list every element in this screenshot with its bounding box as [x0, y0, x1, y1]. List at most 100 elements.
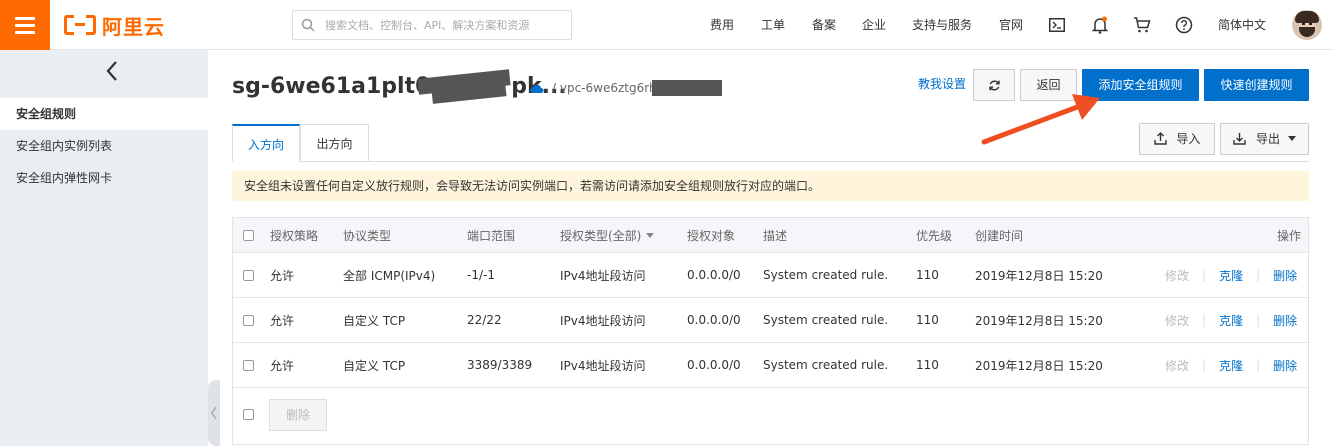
nav-icp[interactable]: 备案 [812, 0, 836, 50]
refresh-icon [988, 80, 1000, 91]
nav-ticket[interactable]: 工单 [761, 0, 785, 50]
tab-divider [369, 161, 1309, 162]
column-header: 操作 [1277, 228, 1302, 243]
rules-table: 授权策略 协议类型 端口范围 授权类型(全部) 授权对象 描述 优先级 创建时间… [232, 217, 1309, 445]
delete-link[interactable]: 删除 [1273, 267, 1297, 284]
nav-enterprise[interactable]: 企业 [862, 0, 886, 50]
export-button[interactable]: 导出 [1220, 123, 1309, 155]
delete-link[interactable]: 删除 [1273, 357, 1297, 374]
redaction-mask [652, 80, 722, 96]
select-all-checkbox[interactable] [243, 408, 254, 420]
cell-created: 2019年12月8日 15:20 [975, 313, 1103, 328]
logo[interactable]: 阿里云 [64, 13, 165, 39]
row-checkbox[interactable] [243, 314, 254, 326]
export-label: 导出 [1255, 132, 1280, 146]
edit-link[interactable]: 修改 [1165, 357, 1189, 374]
cell-priority: 110 [916, 268, 939, 282]
bell-icon[interactable] [1090, 15, 1110, 35]
page-title: sg-6we61a1plt0ytpk... [232, 74, 567, 99]
cell-protocol: 自定义 TCP [343, 313, 406, 328]
column-header-filter[interactable]: 授权类型(全部) [560, 218, 655, 252]
cell-priority: 110 [916, 358, 939, 372]
quick-create-button[interactable]: 快速创建规则 [1204, 69, 1309, 101]
row-actions: 修改 | 克隆 | 删除 [1165, 357, 1298, 374]
cell-description: System created rule. [763, 313, 889, 327]
cell-created: 2019年12月8日 15:20 [975, 358, 1103, 373]
clone-link[interactable]: 克隆 [1219, 357, 1243, 374]
table-row: 允许 自定义 TCP 3389/3389 IPv4地址段访问 0.0.0.0/0… [233, 343, 1308, 388]
nav-official-site[interactable]: 官网 [999, 0, 1023, 50]
aliyun-logo-icon [64, 15, 96, 35]
search-box[interactable] [292, 10, 572, 40]
tab-inbound[interactable]: 入方向 [232, 124, 300, 162]
row-actions: 修改 | 克隆 | 删除 [1165, 312, 1298, 329]
search-input[interactable] [325, 18, 565, 32]
table-row: 允许 自定义 TCP 22/22 IPv4地址段访问 0.0.0.0/0 Sys… [233, 298, 1308, 343]
column-header: 优先级 [916, 228, 953, 243]
cloud-icon [530, 83, 544, 97]
help-icon[interactable] [1174, 15, 1194, 35]
sidebar-item-rules[interactable]: 安全组规则 [0, 98, 208, 130]
bulk-delete-button[interactable]: 删除 [269, 399, 327, 431]
column-header: 协议类型 [343, 228, 392, 243]
delete-link[interactable]: 删除 [1273, 312, 1297, 329]
top-bar: 阿里云 费用 工单 备案 企业 支持与服务 官网 简体中文 [0, 0, 1333, 50]
table-footer-select [243, 398, 254, 430]
sidebar-toggle-handle[interactable] [208, 380, 220, 446]
row-actions: 修改 | 克隆 | 删除 [1165, 267, 1298, 284]
vpc-link[interactable]: / vpc-6we6ztg6rhg [552, 81, 664, 95]
row-checkbox[interactable] [243, 359, 254, 371]
cell-port: 3389/3389 [467, 358, 533, 372]
column-header: 授权对象 [687, 228, 736, 243]
cell-priority: 110 [916, 313, 939, 327]
nav-billing[interactable]: 费用 [710, 0, 734, 50]
terminal-icon[interactable] [1047, 15, 1067, 35]
select-all-checkbox[interactable] [243, 229, 254, 241]
column-header: 授权策略 [270, 228, 319, 243]
search-icon [301, 18, 315, 32]
sidebar-item-instances[interactable]: 安全组内实例列表 [0, 130, 208, 162]
column-header: 描述 [763, 228, 788, 243]
row-checkbox[interactable] [243, 269, 254, 281]
logo-text: 阿里云 [102, 14, 165, 39]
tab-outbound[interactable]: 出方向 [300, 124, 369, 162]
table-row: 允许 全部 ICMP(IPv4) -1/-1 IPv4地址段访问 0.0.0.0… [233, 253, 1308, 298]
clone-link[interactable]: 克隆 [1219, 267, 1243, 284]
column-header: 创建时间 [975, 228, 1024, 243]
import-label: 导入 [1176, 132, 1201, 146]
language-switch[interactable]: 简体中文 [1218, 0, 1266, 50]
edit-link[interactable]: 修改 [1165, 312, 1189, 329]
cell-policy: 允许 [270, 358, 295, 373]
cell-port: -1/-1 [467, 268, 495, 282]
chevron-left-icon [211, 406, 217, 420]
edit-link[interactable]: 修改 [1165, 267, 1189, 284]
caret-down-icon [1287, 136, 1296, 141]
cell-auth-type: IPv4地址段访问 [560, 268, 646, 283]
menu-icon[interactable] [0, 0, 50, 50]
cell-target: 0.0.0.0/0 [687, 268, 741, 282]
sidebar: 安全组规则 安全组内实例列表 安全组内弹性网卡 [0, 50, 208, 446]
cell-protocol: 自定义 TCP [343, 358, 406, 373]
download-icon [1233, 133, 1246, 145]
chevron-left-icon[interactable] [104, 60, 120, 82]
clone-link[interactable]: 克隆 [1219, 312, 1243, 329]
arrow-annotation [981, 94, 1100, 145]
column-header: 端口范围 [467, 228, 516, 243]
column-header: 授权类型(全部) [560, 228, 642, 243]
cart-icon[interactable] [1132, 15, 1152, 35]
nav-support[interactable]: 支持与服务 [912, 0, 972, 50]
cell-auth-type: IPv4地址段访问 [560, 358, 646, 373]
avatar[interactable] [1292, 10, 1322, 40]
upload-icon [1153, 132, 1167, 145]
cell-description: System created rule. [763, 268, 889, 282]
table-header: 授权策略 协议类型 端口范围 授权类型(全部) 授权对象 描述 优先级 创建时间… [233, 218, 1308, 253]
cell-target: 0.0.0.0/0 [687, 358, 741, 372]
cell-policy: 允许 [270, 313, 295, 328]
cell-policy: 允许 [270, 268, 295, 283]
caret-down-icon [646, 232, 655, 238]
cell-auth-type: IPv4地址段访问 [560, 313, 646, 328]
sidebar-item-eni[interactable]: 安全组内弹性网卡 [0, 162, 208, 194]
import-button[interactable]: 导入 [1139, 123, 1215, 155]
teach-me-link[interactable]: 教我设置 [918, 75, 966, 92]
cell-created: 2019年12月8日 15:20 [975, 268, 1103, 283]
